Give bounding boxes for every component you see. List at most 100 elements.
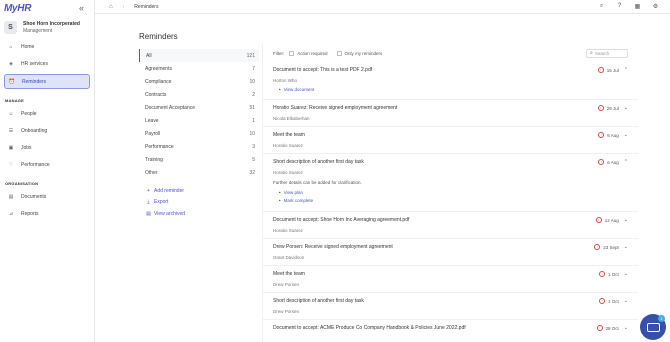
reminder-title: Meet the team — [273, 271, 305, 277]
only-my-reminders-checkbox[interactable]: Only my reminders — [336, 50, 382, 56]
chevron-down-icon[interactable]: ⌄ — [624, 325, 628, 331]
filter-item-compliance[interactable]: Compliance 10 — [139, 75, 259, 88]
filter-item-performance[interactable]: Performance 3 — [139, 140, 259, 153]
reminder-date: 6 Aug — [607, 159, 619, 165]
filter-item-all[interactable]: All 121 — [139, 49, 259, 62]
reminder-meta: ! 29 Jul ⌄ — [597, 105, 628, 111]
filter-item-document-acceptance[interactable]: Document Acceptance 51 — [139, 101, 259, 114]
chevron-down-icon[interactable]: ⌄ — [624, 298, 628, 304]
checkbox-box — [336, 50, 342, 56]
sidebar-item-reminders[interactable]: ⏰ Reminders — [4, 74, 90, 89]
reminder-meta: ! 6 Aug ⌄ — [598, 132, 628, 138]
filter-item-agreements[interactable]: Agreements 7 — [139, 62, 259, 75]
calendar-icon[interactable]: ▦ — [634, 3, 641, 10]
chat-widget-button[interactable]: 1 — [640, 314, 666, 340]
org-switcher[interactable]: S Shoe Horn Incorperated Management — [0, 21, 94, 34]
chevron-down-icon[interactable]: ⌄ — [624, 105, 628, 111]
reminder-date: 15 Jul — [606, 67, 619, 73]
chevron-down-icon[interactable]: ⌄ — [624, 244, 628, 250]
filter-label: Filter: — [273, 50, 285, 56]
documents-icon: ▤ — [8, 194, 14, 200]
chevron-down-icon[interactable]: ⌄ — [624, 271, 628, 277]
sidebar-item-reports[interactable]: ⊿ Reports — [4, 207, 90, 221]
settings-icon[interactable]: ⚙ — [652, 3, 659, 10]
search-icon[interactable]: ⌕ — [598, 3, 605, 10]
reminder-item[interactable]: Meet the team Drew Porsen ! 1 Oct ⌄ — [263, 266, 638, 293]
reminder-item[interactable]: Meet the team Horatio Suarez ! 6 Aug ⌄ — [263, 127, 638, 154]
action-required-checkbox[interactable]: Action required — [289, 50, 328, 56]
view-plan-link[interactable]: View plan — [279, 188, 638, 196]
add-reminder-label: Add reminder — [154, 187, 185, 194]
reminder-item[interactable]: Horatio Suarez: Receive signed employmen… — [263, 100, 638, 127]
reminder-title: Document to accept: This is a test PDF 2… — [273, 67, 373, 73]
filter-count: 10 — [249, 78, 255, 85]
reminder-title: Document to accept: ACME Produce Co Comp… — [273, 325, 466, 331]
chevron-down-icon[interactable]: ⌄ — [624, 132, 628, 138]
reminder-date: 6 Aug — [607, 132, 619, 138]
filter-item-training[interactable]: Training 5 — [139, 153, 259, 166]
chat-icon — [646, 322, 660, 332]
section-label-manage: MANAGE — [5, 98, 24, 103]
performance-icon: ♡ — [8, 162, 14, 168]
reminder-item[interactable]: Document to accept: ACME Produce Co Comp… — [263, 320, 638, 340]
collapse-sidebar-icon[interactable]: « — [79, 3, 84, 13]
download-icon: ⤓ — [147, 199, 150, 206]
sidebar-item-performance[interactable]: ♡ Performance — [4, 158, 90, 172]
reminder-person: Drew Porsen — [273, 282, 300, 287]
filter-label: Other — [145, 169, 158, 176]
reminder-person: Horton Who — [273, 78, 298, 83]
add-reminder-button[interactable]: + Add reminder — [145, 185, 259, 197]
reminder-meta: ! 15 Jul ⌃ — [597, 67, 628, 73]
mark-complete-link[interactable]: Mark complete — [279, 196, 638, 204]
reminder-item[interactable]: Document to accept: This is a test PDF 2… — [263, 62, 638, 100]
reminders-icon: ⏰ — [8, 78, 16, 85]
chevron-up-icon[interactable]: ⌃ — [624, 67, 628, 73]
reminder-person: Grant Davidson — [273, 255, 305, 260]
export-button[interactable]: ⤓ Export — [145, 197, 259, 209]
top-icons: ⌕ ? ▦ ⚙ — [598, 3, 659, 10]
view-document-link[interactable]: View document — [279, 85, 638, 93]
view-archived-button[interactable]: ▤ View archived — [145, 208, 259, 220]
clock-icon: ! — [599, 298, 606, 304]
filter-item-leave[interactable]: Leave 1 — [139, 114, 259, 127]
breadcrumb-separator-icon: › — [122, 3, 125, 10]
reminder-date: 12 Aug — [604, 217, 619, 223]
sidebar-item-people[interactable]: ☺ People — [4, 107, 90, 121]
filter-item-contracts[interactable]: Contracts 2 — [139, 88, 259, 101]
logo[interactable]: MyHR — [4, 3, 31, 14]
reminder-meta: ! 1 Oct ⌄ — [599, 298, 628, 304]
page-title: Reminders — [139, 32, 178, 41]
filter-count: 5 — [252, 156, 255, 163]
reminder-meta: ! 1 Oct ⌄ — [599, 271, 628, 277]
search-icon: ⌕ — [590, 50, 593, 56]
chevron-down-icon[interactable]: ⌄ — [624, 217, 628, 223]
reminder-person: Horatio Suarez — [273, 170, 304, 175]
filter-item-other[interactable]: Other 32 — [139, 166, 259, 179]
breadcrumb: Reminders — [134, 3, 159, 10]
reminder-item[interactable]: Short description of another first day t… — [263, 154, 638, 212]
filter-label: Performance — [145, 143, 174, 150]
reminder-person: Horatio Suarez — [273, 143, 304, 148]
sidebar-item-onboarding[interactable]: ☰ Onboarding — [4, 124, 90, 138]
sidebar-item-jobs[interactable]: ▣ Jobs — [4, 141, 90, 155]
search-input[interactable]: ⌕ Search — [586, 48, 628, 58]
sidebar-item-label: HR services — [21, 61, 48, 67]
help-icon[interactable]: ? — [616, 3, 623, 10]
sidebar-item-label: Onboarding — [21, 128, 48, 134]
sidebar-item-home[interactable]: ⌂ Home — [4, 40, 90, 54]
home-icon[interactable]: ⌂ — [109, 4, 113, 10]
sidebar-item-hr-services[interactable]: ◈ HR services — [4, 57, 90, 71]
sidebar-item-documents[interactable]: ▤ Documents — [4, 190, 90, 204]
reminder-description: Further details can be added for clarifi… — [273, 180, 362, 185]
chevron-up-icon[interactable]: ⌃ — [624, 159, 628, 165]
filter-item-payroll[interactable]: Payroll 10 — [139, 127, 259, 140]
reminder-item[interactable]: Short description of another first day t… — [263, 293, 638, 320]
sidebar-item-label: Reports — [21, 211, 39, 217]
topbar: ⌂ › Reminders ⌕ ? ▦ ⚙ — [95, 0, 670, 14]
reminder-title: Short description of another first day t… — [273, 298, 364, 304]
export-label: Export — [154, 199, 169, 206]
reminder-item[interactable]: Drew Porsen: Receive signed employment a… — [263, 239, 638, 266]
reminder-item[interactable]: Document to accept: Shoe Horn Inc Averag… — [263, 212, 638, 239]
checkbox-label: Action required — [297, 50, 328, 56]
sidebar-item-label: Home — [21, 44, 35, 50]
